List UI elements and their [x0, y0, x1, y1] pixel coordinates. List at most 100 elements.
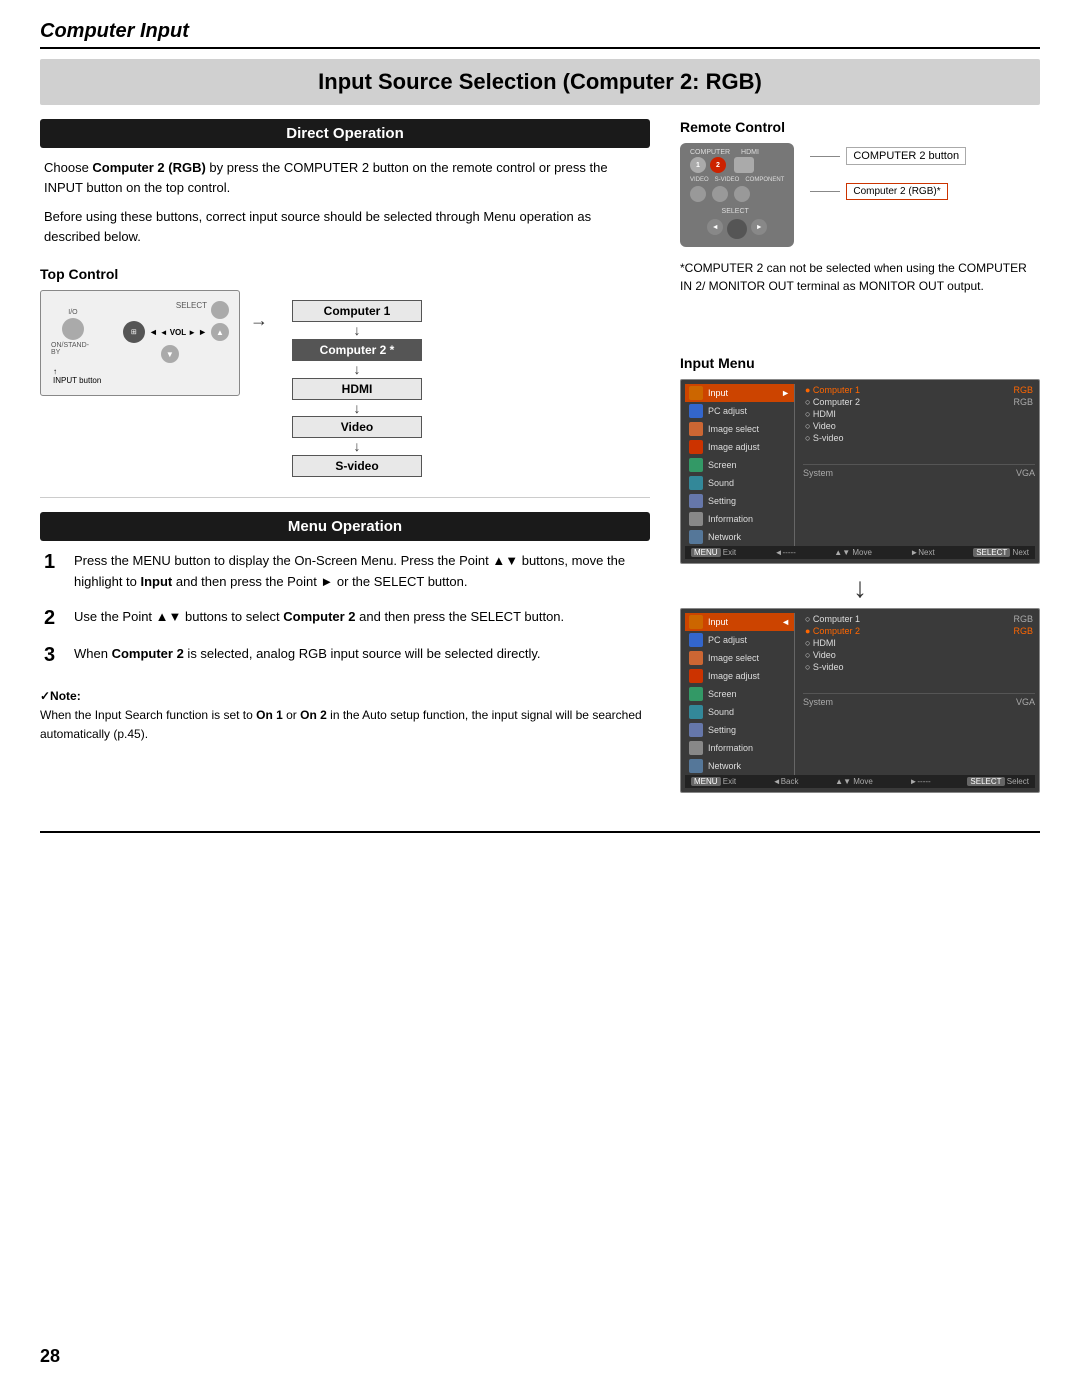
input-btn: ⊞ [123, 321, 145, 343]
menu-opt-comp2-2: ● Computer 2RGB [803, 625, 1035, 637]
remote-component-btn [734, 186, 750, 202]
remote-control-area: Remote Control COMPUTER HDMI 1 2 [680, 119, 1040, 295]
remote-select-btn [727, 219, 747, 239]
menu-opt-svideo-2: ○ S-video [803, 661, 1035, 673]
select-btn [211, 301, 229, 319]
remote-diagram-wrapper: COMPUTER HDMI 1 2 VIDEOS-VIDEOCOMPONENT [680, 143, 1040, 247]
menu-item-imageadj-label-1: Image adjust [708, 442, 760, 452]
step-3: 3 When Computer 2 is selected, analog RG… [44, 644, 646, 667]
direct-operation-section: Choose Computer 2 (RGB) by press the COM… [40, 158, 650, 246]
computer2-rgb-label: Computer 2 (RGB)* [853, 186, 940, 197]
menu-select-btn-1[interactable]: SELECT [973, 548, 1010, 557]
menu-item-network-label-1: Network [708, 532, 741, 542]
flow-svideo: S-video [292, 455, 422, 477]
note-section: ✓Note: When the Input Search function is… [40, 687, 650, 745]
menu-item-info-2: Information [685, 739, 794, 757]
menu-item-imagesel-2: Image select [685, 649, 794, 667]
menu-left-col-2: Input ◄ PC adjust Image select Image adj… [685, 613, 795, 775]
input-label-text: INPUT button [53, 376, 101, 385]
remote-left-btn: ◄ [707, 219, 723, 235]
menu-item-imageadj-label-2: Image adjust [708, 671, 760, 681]
menu-item-info-label-1: Information [708, 514, 753, 524]
menu-select-btn-2[interactable]: SELECT [967, 777, 1004, 786]
direct-op-para1: Choose Computer 2 (RGB) by press the COM… [44, 158, 646, 197]
menu-exit-btn-1[interactable]: MENU [691, 548, 721, 557]
remote-graphic: COMPUTER HDMI 1 2 VIDEOS-VIDEOCOMPONENT [680, 143, 794, 247]
menu-screenshot-2: Input ◄ PC adjust Image select Image adj… [680, 608, 1040, 793]
menu-footer-1: MENU Exit ◄----- ▲▼ Move ►Next SELECT Ne… [685, 546, 1035, 559]
menu-item-pcadjust-2: PC adjust [685, 631, 794, 649]
menu-item-screen-2: Screen [685, 685, 794, 703]
menu-icon-pcadjust-2 [689, 633, 703, 647]
menu-opt-svideo-1: ○ S-video [803, 432, 1035, 444]
flow-computer1: Computer 1 [292, 300, 422, 322]
menu-icon-setting-2 [689, 723, 703, 737]
direct-op-body: Choose Computer 2 (RGB) by press the COM… [40, 158, 650, 246]
menu-icon-imagesel-1 [689, 422, 703, 436]
computer2-rgb-callout: Computer 2 (RGB)* [810, 183, 966, 200]
remote-comp1-btn: 1 [690, 157, 706, 173]
flow-arrow2: ↓ [292, 361, 422, 378]
top-control-section: Top Control I/O ON/STAND-BY [40, 266, 650, 477]
main-title-box: Input Source Selection (Computer 2: RGB) [40, 59, 1040, 105]
menu-icon-imageadj-1 [689, 440, 703, 454]
menu-steps: 1 Press the MENU button to display the O… [40, 551, 650, 667]
content-area: Direct Operation Choose Computer 2 (RGB)… [40, 119, 1040, 801]
menu-item-pcadjust-1: PC adjust [685, 402, 794, 420]
computer2-button-callout: COMPUTER 2 button [810, 147, 966, 165]
menu-icon-input-2 [689, 615, 703, 629]
menu-item-input-1: Input ► [685, 384, 794, 402]
remote-svideo-btn [712, 186, 728, 202]
flow-arrow3: ↓ [292, 400, 422, 417]
menu-icon-screen-1 [689, 458, 703, 472]
direct-op-bold: Computer 2 (RGB) [92, 160, 205, 175]
step-1-num: 1 [44, 551, 64, 574]
menu-item-sound-label-1: Sound [708, 478, 734, 488]
step-3-num: 3 [44, 644, 64, 667]
menu-icon-info-1 [689, 512, 703, 526]
menu-item-sound-label-2: Sound [708, 707, 734, 717]
menu-icon-screen-2 [689, 687, 703, 701]
menu-item-imageadj-1: Image adjust [685, 438, 794, 456]
menu-opt-comp2-1: ○ Computer 2RGB [803, 396, 1035, 408]
flow-list: Computer 1 ↓ Computer 2 * ↓ HDMI ↓ Video… [292, 300, 422, 477]
remote-control-label: Remote Control [680, 119, 1040, 135]
menu-opt-comp1-2: ○ Computer 1RGB [803, 613, 1035, 625]
menu-item-info-label-2: Information [708, 743, 753, 753]
menu-footer-2: MENU Exit ◄Back ▲▼ Move ►----- SELECT Se… [685, 775, 1035, 788]
menu-icon-input-1 [689, 386, 703, 400]
menu-icon-setting-1 [689, 494, 703, 508]
menu-icon-sound-1 [689, 476, 703, 490]
input-menu-label: Input Menu [680, 355, 1040, 371]
menu-item-imagesel-1: Image select [685, 420, 794, 438]
direct-operation-header: Direct Operation [40, 119, 650, 148]
menu-icon-imageadj-2 [689, 669, 703, 683]
menu-item-pcadjust-label-1: PC adjust [708, 406, 747, 416]
top-control-box: I/O ON/STAND-BY SELECT [40, 290, 240, 396]
callout-area: COMPUTER 2 button Computer 2 (RGB)* [810, 143, 966, 200]
menu-icon-info-2 [689, 741, 703, 755]
menu-item-network-label-2: Network [708, 761, 741, 771]
page-number: 28 [40, 1346, 60, 1367]
menu-item-setting-2: Setting [685, 721, 794, 739]
input-button-label: ↑ [53, 367, 57, 376]
menu-screenshot-2-inner: Input ◄ PC adjust Image select Image adj… [685, 613, 1035, 775]
menu-opt-comp1-1: ● Computer 1RGB [803, 384, 1035, 396]
note-title: ✓Note: [40, 689, 81, 703]
menu-item-imagesel-label-1: Image select [708, 424, 759, 434]
menu-exit-btn-2[interactable]: MENU [691, 777, 721, 786]
menu-item-screen-1: Screen [685, 456, 794, 474]
menu-item-input-label-2: Input [708, 617, 728, 627]
menu-icon-network-1 [689, 530, 703, 544]
menu-item-sound-2: Sound [685, 703, 794, 721]
step-3-text: When Computer 2 is selected, analog RGB … [74, 644, 541, 665]
menu-item-network-1: Network [685, 528, 794, 546]
menu-opt-hdmi-2: ○ HDMI [803, 637, 1035, 649]
menu-item-pcadjust-label-2: PC adjust [708, 635, 747, 645]
remote-right-btn: ► [751, 219, 767, 235]
menu-screenshot-1: Input ► PC adjust Image select Image adj… [680, 379, 1040, 564]
power-btn [62, 318, 84, 340]
menu-opt-video-1: ○ Video [803, 420, 1035, 432]
step-1: 1 Press the MENU button to display the O… [44, 551, 646, 593]
computer2-button-label: COMPUTER 2 button [846, 147, 966, 165]
